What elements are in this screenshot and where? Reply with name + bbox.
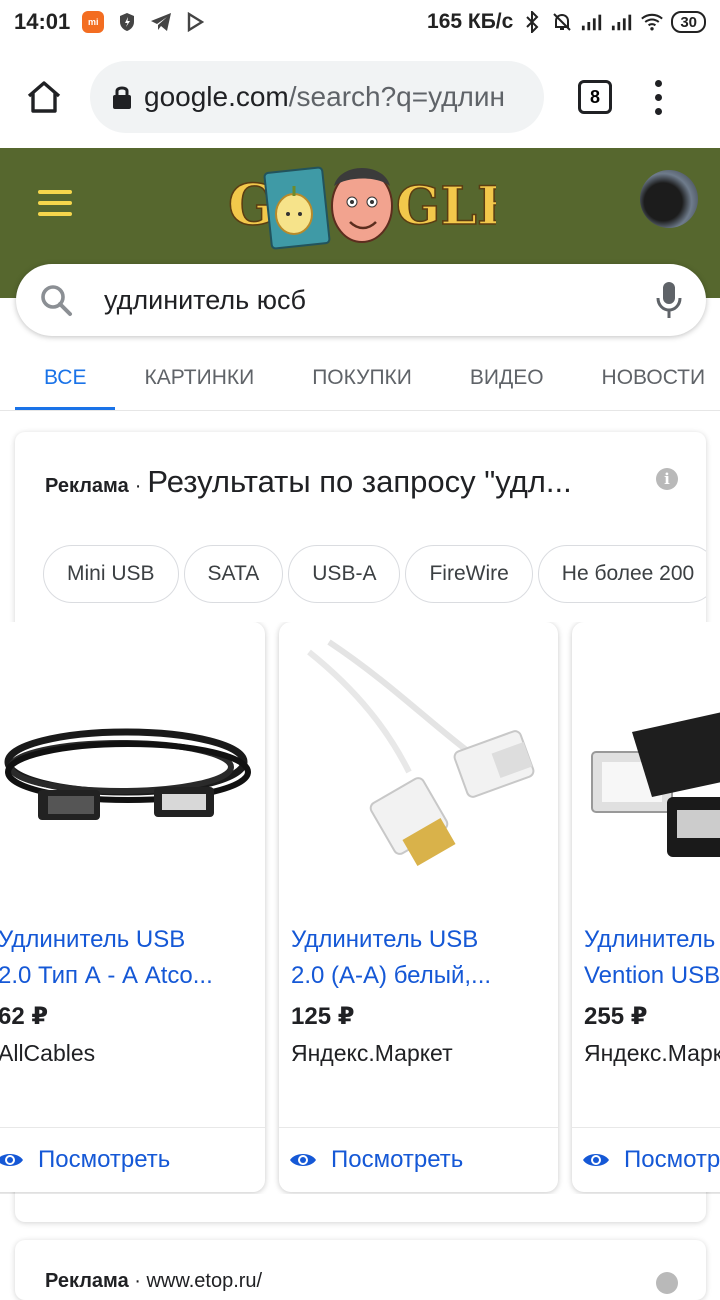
product-title[interactable]: Удлинитель USB 2.0 (A-A) белый,... — [291, 922, 531, 994]
mute-icon — [551, 11, 573, 33]
chip-firewire[interactable]: FireWire — [405, 545, 533, 603]
wifi-icon — [641, 11, 664, 33]
ad-title: Результаты по запросу "удл... — [147, 464, 572, 499]
product-title-line2: Vention USB — [584, 962, 720, 989]
chip-sata[interactable]: SATA — [183, 545, 284, 603]
tab-all[interactable]: ВСЕ — [15, 345, 116, 410]
shield-icon — [116, 11, 138, 33]
product-image — [4, 728, 251, 820]
info-icon[interactable]: i — [656, 468, 678, 490]
chip-mini-usb[interactable]: Mini USB — [43, 545, 179, 603]
chip-price-limit[interactable]: Не более 200 — [537, 545, 706, 603]
eye-icon — [0, 1154, 23, 1166]
network-speed: 165 КБ/с — [427, 10, 514, 33]
url-path: /search?q=удлин — [288, 81, 505, 112]
microphone-icon[interactable] — [654, 280, 684, 320]
ad-label: Реклама — [45, 475, 129, 497]
chip-usb-a[interactable]: USB-A — [288, 545, 401, 603]
lock-icon — [113, 86, 131, 109]
mi-app-icon: mi — [82, 11, 105, 33]
view-label: Посмотреть — [624, 1146, 720, 1173]
next-ad-url[interactable]: www.etop.ru/ — [146, 1270, 262, 1292]
telegram-icon — [150, 11, 172, 33]
eye-icon — [583, 1154, 609, 1166]
view-button[interactable]: Посмотреть — [0, 1127, 265, 1192]
tab-shopping[interactable]: ПОКУПКИ — [283, 345, 441, 410]
hamburger-menu-icon[interactable] — [38, 190, 72, 223]
bluetooth-icon — [521, 11, 543, 33]
view-label: Посмотреть — [38, 1146, 171, 1173]
product-title[interactable]: Удлинитель USB 2.0 Тип А - А Atco... — [0, 922, 238, 994]
product-title-line2: 2.0 Тип А - А Atco... — [0, 962, 213, 989]
signal-icon-1 — [581, 11, 603, 33]
tab-videos[interactable]: ВИДЕО — [441, 345, 573, 410]
browser-toolbar: google.com/search?q=удлин 8 — [0, 58, 720, 136]
ad-heading: Реклама · Результаты по запросу "удл... — [45, 464, 572, 499]
product-price: 125 ₽ — [291, 1003, 355, 1030]
filter-chips: Mini USB SATA USB-A FireWire Не более 200 — [43, 545, 706, 605]
product-card[interactable]: Удлинитель USB 2.0 (A-A) белый,... 125 ₽ … — [279, 622, 558, 1192]
svg-text:GLE: GLE — [396, 176, 496, 237]
home-button[interactable] — [14, 67, 74, 127]
product-store: Яндекс.Маркет — [291, 1040, 453, 1066]
tab-images[interactable]: КАРТИНКИ — [115, 345, 283, 410]
product-title-line1: Удлинитель USB — [291, 926, 479, 953]
product-store: AllCables — [0, 1040, 96, 1066]
view-button[interactable]: Посмотреть — [279, 1127, 558, 1192]
more-options-button[interactable] — [648, 79, 668, 115]
product-title-line2: 2.0 (A-A) белый,... — [291, 962, 492, 989]
signal-icon-2 — [611, 11, 633, 33]
tab-switcher-button[interactable]: 8 — [578, 80, 612, 114]
product-title[interactable]: Удлинитель Vention USB — [584, 922, 720, 994]
product-card[interactable]: Удлинитель Vention USB 255 ₽ Яндекс.Марке… — [572, 622, 720, 1192]
account-avatar[interactable] — [640, 170, 698, 228]
search-tabs: ВСЕ КАРТИНКИ ПОКУПКИ ВИДЕО НОВОСТИ — [0, 345, 720, 411]
product-card[interactable]: Удлинитель USB 2.0 Тип А - А Atco... 62 ₽… — [0, 622, 265, 1192]
info-icon[interactable] — [656, 1272, 678, 1294]
product-carousel: Удлинитель USB 2.0 Тип А - А Atco... 62 ₽… — [0, 622, 720, 1194]
search-query[interactable]: удлинитель юсб — [104, 285, 306, 316]
tab-news[interactable]: НОВОСТИ — [573, 345, 720, 410]
eye-icon — [290, 1154, 316, 1166]
product-price: 62 ₽ — [0, 1003, 49, 1030]
url-domain: google.com — [144, 81, 289, 112]
battery-indicator: 30 — [671, 11, 706, 33]
product-image — [591, 712, 720, 857]
next-ad-heading: Реклама · www.etop.ru/ — [45, 1270, 263, 1292]
address-bar[interactable]: google.com/search?q=удлин — [90, 61, 544, 133]
view-label: Посмотреть — [331, 1146, 464, 1173]
product-store: Яндекс.Маркет — [584, 1040, 720, 1066]
clock: 14:01 — [14, 9, 71, 34]
view-button[interactable]: Посмотреть — [572, 1127, 720, 1192]
search-icon[interactable] — [36, 280, 76, 320]
product-price: 255 ₽ — [584, 1003, 648, 1030]
product-title-line1: Удлинитель — [584, 926, 716, 953]
next-ad-card[interactable]: Реклама · www.etop.ru/ — [15, 1240, 706, 1300]
home-icon — [27, 81, 61, 113]
search-box[interactable]: удлинитель юсб — [16, 264, 706, 336]
play-icon — [184, 11, 206, 33]
status-bar: 14:01 mi 165 КБ/с 30 — [0, 0, 720, 44]
url-text: google.com/search?q=удлин — [144, 81, 505, 113]
google-doodle-logo[interactable]: G GLE — [228, 156, 496, 252]
product-image — [307, 639, 535, 866]
product-title-line1: Удлинитель USB — [0, 926, 186, 953]
next-ad-label: Реклама — [45, 1270, 129, 1292]
